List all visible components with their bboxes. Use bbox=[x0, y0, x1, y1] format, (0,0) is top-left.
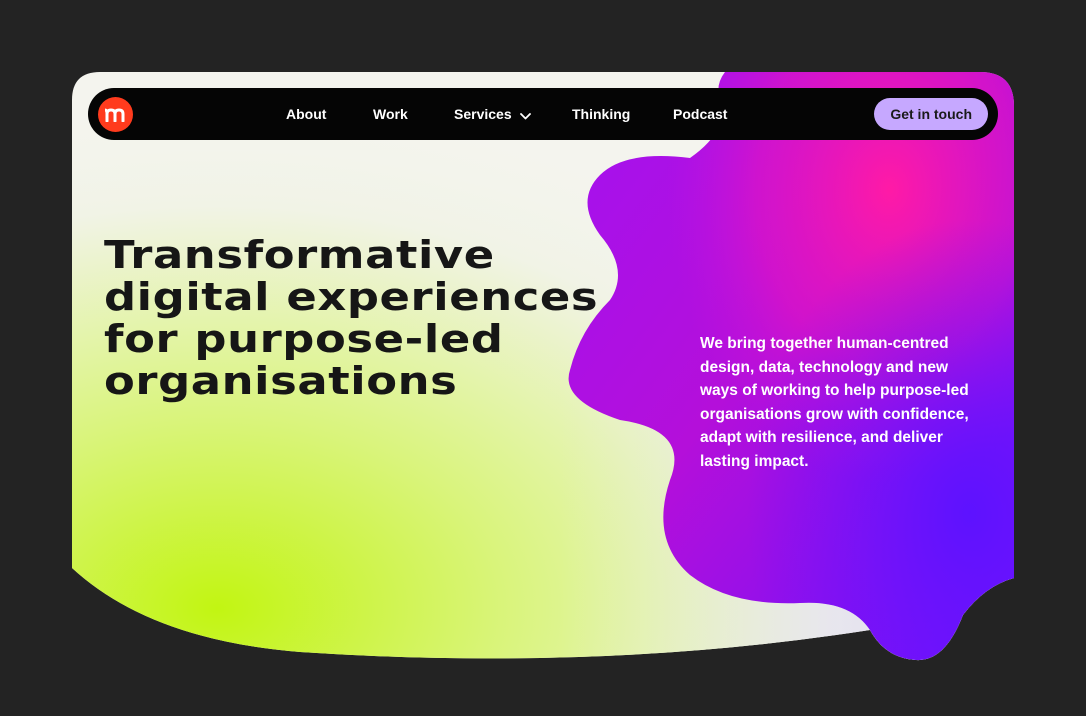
nav-link-services[interactable]: Services bbox=[454, 88, 531, 140]
nav-link-podcast[interactable]: Podcast bbox=[673, 88, 727, 140]
headline-line: Transformative bbox=[104, 233, 495, 277]
headline-line: digital experiences bbox=[104, 275, 599, 319]
page-frame: About Work Services Thinking Podcast Get… bbox=[0, 0, 1086, 716]
chevron-down-icon bbox=[519, 89, 531, 141]
nav-link-services-label: Services bbox=[454, 106, 512, 122]
hero-headline: Transformative digital experiences for p… bbox=[104, 234, 659, 402]
nav-links: About Work Services Thinking Podcast bbox=[88, 88, 998, 140]
get-in-touch-button[interactable]: Get in touch bbox=[874, 98, 988, 130]
nav-link-thinking[interactable]: Thinking bbox=[572, 88, 630, 140]
nav-link-work[interactable]: Work bbox=[373, 88, 408, 140]
headline-line: for purpose-led bbox=[104, 317, 504, 361]
headline-line: organisations bbox=[104, 359, 458, 403]
nav-link-about[interactable]: About bbox=[286, 88, 326, 140]
hero-intro-text: We bring together human-centred design, … bbox=[700, 335, 969, 470]
main-navigation: About Work Services Thinking Podcast Get… bbox=[88, 88, 998, 140]
